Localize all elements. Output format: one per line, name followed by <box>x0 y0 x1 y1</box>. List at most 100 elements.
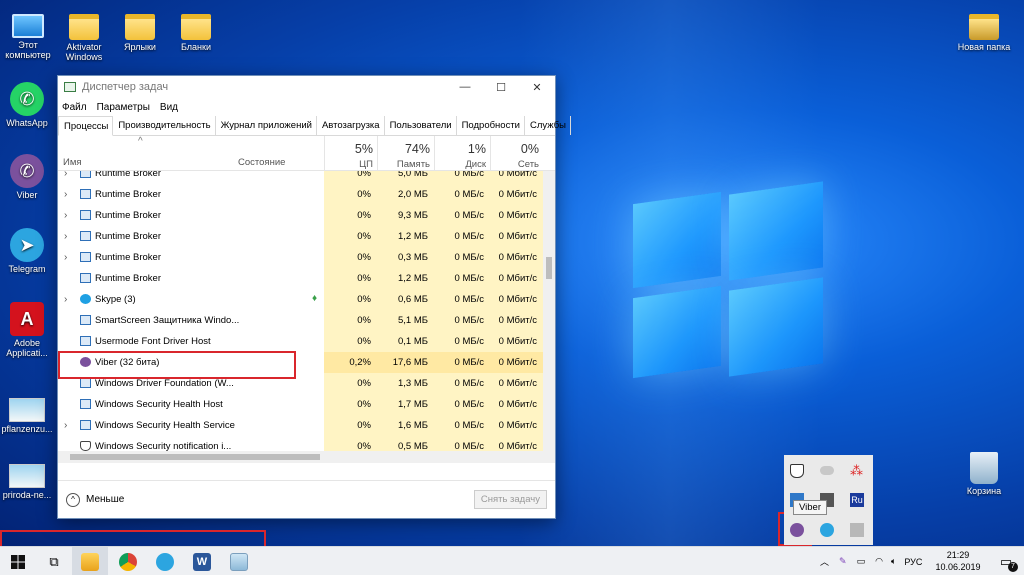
title-bar[interactable]: Диспетчер задач — ☐ ✕ <box>58 76 555 98</box>
expand-chevron-icon[interactable]: › <box>64 226 67 247</box>
app-window-icon <box>80 210 91 220</box>
end-task-button[interactable]: Снять задачу <box>473 490 547 509</box>
pen-icon[interactable]: ✎ <box>839 556 847 567</box>
expand-chevron-icon[interactable]: › <box>64 289 67 310</box>
table-row[interactable]: › Runtime Broker 0% 2,0 МБ 0 МБ/с 0 Мбит… <box>58 184 555 205</box>
table-row[interactable]: › Runtime Broker 0% 5,0 МБ 0 МБ/с 0 Мбит… <box>58 171 555 184</box>
expand-chevron-icon[interactable]: › <box>64 415 67 436</box>
app-icon[interactable] <box>850 523 864 537</box>
word-icon: W <box>193 552 211 571</box>
taskbar: ⧉ W ︿ ✎ ▭ ◠ 🔈︎ РУС 21:29 10.06.2019 ▭ 7 <box>0 546 1024 575</box>
expand-chevron-icon[interactable]: › <box>64 171 67 184</box>
taskbar-image-viewer[interactable] <box>221 547 257 575</box>
desktop-icon-telegram[interactable]: ➤ Telegram <box>0 228 59 274</box>
task-view-icon: ⧉ <box>49 553 59 569</box>
desktop-icon-new-folder[interactable]: Новая папка <box>952 8 1016 52</box>
highlight-viber-row <box>58 351 296 379</box>
task-manager-icon <box>64 82 76 92</box>
desktop-icon-blanki[interactable]: Бланки <box>164 8 228 52</box>
battery-icon[interactable]: ▭ <box>857 556 866 567</box>
taskbar-file-explorer[interactable] <box>72 547 108 575</box>
menu-view[interactable]: Вид <box>160 102 178 113</box>
column-memory[interactable]: 74% Память <box>377 136 434 171</box>
clock-date: 10.06.2019 <box>935 562 981 572</box>
app-window-icon <box>80 399 91 409</box>
maximize-button[interactable]: ☐ <box>483 76 519 98</box>
desktop-icon-aktivator[interactable]: Aktivator Windows <box>52 8 116 62</box>
desktop-icon-this-pc[interactable]: Этот компьютер <box>0 8 60 60</box>
tab-app-history[interactable]: Журнал приложений <box>216 116 317 135</box>
expand-chevron-icon[interactable]: › <box>64 247 67 268</box>
task-view-button[interactable]: ⧉ <box>36 547 72 575</box>
desktop-icon-adobe[interactable]: A Adobe Applicati... <box>0 302 59 358</box>
taskbar-word[interactable]: W <box>184 547 220 575</box>
cloud-icon[interactable] <box>820 466 834 475</box>
process-list: › Runtime Broker 0% 5,0 МБ 0 МБ/с 0 Мбит… <box>58 171 555 463</box>
column-name[interactable]: Имя <box>63 157 82 168</box>
taskbar-telegram[interactable] <box>147 547 183 575</box>
volume-icon[interactable]: 🔈︎ <box>891 556 896 567</box>
fewer-details-button[interactable]: ^ Меньше <box>66 492 124 507</box>
notification-count: 7 <box>1008 562 1018 572</box>
clock[interactable]: 21:29 10.06.2019 <box>930 549 986 573</box>
action-center-button[interactable]: ▭ 7 <box>988 547 1024 575</box>
viber-icon[interactable] <box>790 523 804 537</box>
expand-chevron-icon[interactable]: › <box>64 184 67 205</box>
scroll-thumb[interactable] <box>70 454 320 460</box>
table-row[interactable]: › Runtime Broker 0% 1,2 МБ 0 МБ/с 0 Мбит… <box>58 226 555 247</box>
start-button[interactable] <box>0 547 36 575</box>
clock-time: 21:29 <box>946 550 970 560</box>
viber-icon: ✆ <box>10 154 44 188</box>
footer: ^ Меньше Снять задачу <box>58 480 555 518</box>
chevron-up-icon: ^ <box>66 492 80 507</box>
horizontal-scrollbar[interactable] <box>58 451 545 463</box>
tab-processes[interactable]: Процессы <box>58 116 114 136</box>
expand-chevron-icon[interactable]: › <box>64 205 67 226</box>
desktop-icon-pflanzenzu[interactable]: pflanzenzu... <box>0 390 59 434</box>
telegram-icon[interactable] <box>820 523 834 537</box>
tab-startup[interactable]: Автозагрузка <box>317 116 385 135</box>
menu-options[interactable]: Параметры <box>97 102 150 113</box>
desktop-icon-recycle-bin[interactable]: Корзина <box>952 452 1016 496</box>
telegram-icon <box>156 552 174 571</box>
table-row[interactable]: Windows Security Health Host 0% 1,7 МБ 0… <box>58 394 555 415</box>
column-status[interactable]: Состояние <box>238 157 285 168</box>
column-cpu[interactable]: 5% ЦП <box>324 136 377 171</box>
column-network[interactable]: 0% Сеть <box>490 136 543 171</box>
folder-icon <box>969 14 999 40</box>
windows-start-icon <box>11 554 25 569</box>
desktop-icon-viber[interactable]: ✆ Viber <box>0 154 59 200</box>
minimize-button[interactable]: — <box>447 76 483 98</box>
dots-icon[interactable]: ⁂ <box>850 464 864 478</box>
tab-details[interactable]: Подробности <box>457 116 525 135</box>
wifi-icon[interactable]: ◠ <box>875 556 883 567</box>
folder-icon <box>69 14 99 40</box>
table-row[interactable]: Runtime Broker 0% 1,2 МБ 0 МБ/с 0 Мбит/с <box>58 268 555 289</box>
language-indicator[interactable]: РУС <box>904 557 922 567</box>
table-row[interactable]: › Runtime Broker 0% 0,3 МБ 0 МБ/с 0 Мбит… <box>58 247 555 268</box>
computer-icon <box>12 14 44 38</box>
column-disk[interactable]: 1% Диск <box>434 136 490 171</box>
shield-icon[interactable] <box>790 464 804 478</box>
tab-performance[interactable]: Производительность <box>113 116 216 135</box>
tab-users[interactable]: Пользователи <box>385 116 457 135</box>
chevron-up-icon[interactable]: ︿ <box>820 555 829 568</box>
windows-logo-wallpaper <box>633 181 823 379</box>
table-row[interactable]: › Runtime Broker 0% 9,3 МБ 0 МБ/с 0 Мбит… <box>58 205 555 226</box>
tab-services[interactable]: Службы <box>525 116 571 135</box>
table-row[interactable]: SmartScreen Защитника Windo... 0% 5,1 МБ… <box>58 310 555 331</box>
scroll-thumb[interactable] <box>546 257 552 279</box>
column-header: ^ Имя Состояние 5% ЦП 74% Память 1% Диск… <box>58 136 555 171</box>
table-row[interactable]: › Skype (3) ♦ 0% 0,6 МБ 0 МБ/с 0 Мбит/с <box>58 289 555 310</box>
ru-badge-icon[interactable]: Ru <box>850 493 864 507</box>
close-button[interactable]: ✕ <box>519 76 555 98</box>
adobe-icon: A <box>10 302 44 336</box>
desktop-icon-whatsapp[interactable]: ✆ WhatsApp <box>0 82 59 128</box>
table-row[interactable]: › Windows Security Health Service 0% 1,6… <box>58 415 555 436</box>
menu-file[interactable]: Файл <box>62 102 87 113</box>
taskbar-chrome[interactable] <box>110 547 146 575</box>
desktop-icon-yarlyki[interactable]: Ярлыки <box>108 8 172 52</box>
desktop-icon-priroda[interactable]: priroda-ne... <box>0 456 59 500</box>
table-row[interactable]: Usermode Font Driver Host 0% 0,1 МБ 0 МБ… <box>58 331 555 352</box>
vertical-scrollbar[interactable] <box>543 171 555 463</box>
